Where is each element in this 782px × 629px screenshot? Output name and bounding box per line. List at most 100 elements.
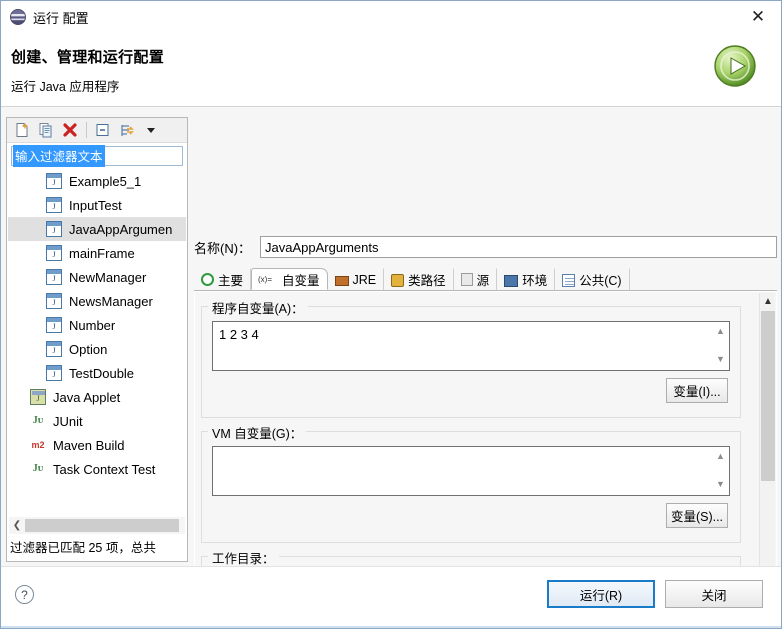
tab-label: 环境 xyxy=(522,274,548,288)
scroll-up-icon[interactable]: ▲ xyxy=(716,451,725,461)
vm-arguments-label: VM 自变量(G)： xyxy=(208,423,307,442)
configuration-tabs[interactable]: 主要 (x)= 自变量 JRE 类路径 源 环境 公共(C) xyxy=(194,268,777,291)
scroll-left-icon[interactable]: ❮ xyxy=(9,517,25,534)
footer-accent-bar xyxy=(1,626,781,628)
tree-item[interactable]: NewManager xyxy=(8,265,186,289)
tree-item[interactable]: JavaAppArgumen xyxy=(8,217,186,241)
program-arguments-variables-button[interactable]: 变量(I)... xyxy=(666,378,728,403)
java-application-icon xyxy=(46,293,62,309)
scroll-up-icon[interactable]: ▲ xyxy=(716,326,725,336)
tab-环境[interactable]: 环境 xyxy=(497,268,556,290)
delete-configuration-icon[interactable] xyxy=(59,120,81,141)
help-icon[interactable]: ? xyxy=(15,585,34,604)
tab-label: JRE xyxy=(352,272,377,287)
tab-公共(C)[interactable]: 公共(C) xyxy=(555,268,630,290)
tree-item[interactable]: NewsManager xyxy=(8,289,186,313)
tree-item[interactable]: m2 Maven Build xyxy=(8,433,186,457)
tree-item[interactable]: Jᴜ Task Context Test xyxy=(8,457,186,481)
new-configuration-icon[interactable] xyxy=(11,120,33,141)
page-subtitle: 运行 Java 应用程序 xyxy=(11,80,120,94)
toolbar-separator xyxy=(86,122,87,138)
tree-item-label: Number xyxy=(69,317,116,333)
tree-item-label: Option xyxy=(69,341,108,357)
arguments-tab-icon: (x)= xyxy=(258,274,273,284)
tree-item-label: JUnit xyxy=(53,413,83,429)
source-tab-icon xyxy=(460,273,473,286)
tree-item-label: Example5_1 xyxy=(69,173,142,189)
textarea-scroll-arrows[interactable]: ▲ ▼ xyxy=(714,326,727,364)
run-configurations-icon xyxy=(10,9,26,25)
tree-item-label: InputTest xyxy=(69,197,122,213)
titlebar: 运行 配置 ✕ xyxy=(1,1,781,33)
configurations-tree[interactable]: Example5_1 InputTest JavaAppArgumen mainFra… xyxy=(8,169,186,529)
tab-label: 主要 xyxy=(218,274,244,288)
tree-item[interactable]: Option xyxy=(8,337,186,361)
java-application-icon xyxy=(46,365,62,381)
name-input[interactable] xyxy=(260,236,777,258)
name-row: 名称(N)： xyxy=(194,235,777,259)
tab-label: 公共(C) xyxy=(579,274,622,288)
configurations-panel: 输入过滤器文本 Example5_1 InputTest JavaAppArgume… xyxy=(6,117,188,562)
java-application-icon xyxy=(46,341,62,357)
chevron-down-icon[interactable] xyxy=(140,120,162,141)
program-arguments-group: 程序自变量(A)： 1 2 3 4 ▲ ▼ 变量(I)... xyxy=(201,298,741,418)
close-button[interactable]: 关闭 xyxy=(665,580,763,608)
tab-JRE[interactable]: JRE xyxy=(328,268,385,290)
tree-item[interactable]: InputTest xyxy=(8,193,186,217)
tree-item[interactable]: Jᴜ JUnit xyxy=(8,409,186,433)
tree-horizontal-scrollbar[interactable]: ❮ xyxy=(9,517,185,534)
close-icon[interactable]: ✕ xyxy=(735,1,781,32)
main-tab-icon xyxy=(201,273,214,286)
task-context-icon: Jᴜ xyxy=(32,463,44,474)
scroll-down-icon[interactable]: ▼ xyxy=(716,354,725,364)
filter-icon[interactable] xyxy=(116,120,138,141)
filter-input[interactable]: 输入过滤器文本 xyxy=(11,145,183,167)
tree-item[interactable]: TestDouble xyxy=(8,361,186,385)
vm-arguments-variables-button[interactable]: 变量(S)... xyxy=(666,503,728,528)
tree-item-label: TestDouble xyxy=(69,365,135,381)
tab-label: 自变量 xyxy=(282,273,320,288)
duplicate-configuration-icon[interactable] xyxy=(35,120,57,141)
java-application-icon xyxy=(46,221,62,237)
scroll-up-icon[interactable]: ▲ xyxy=(760,293,776,310)
java-application-icon xyxy=(46,173,62,189)
classpath-tab-icon xyxy=(391,273,405,287)
tab-自变量[interactable]: (x)= 自变量 xyxy=(251,268,328,290)
run-button[interactable]: 运行(R) xyxy=(547,580,655,608)
vm-arguments-group: VM 自变量(G)： ▲ ▼ 变量(S)... xyxy=(201,423,741,543)
tab-主要[interactable]: 主要 xyxy=(194,268,252,290)
tree-item[interactable]: mainFrame xyxy=(8,241,186,265)
jre-tab-icon xyxy=(334,276,349,286)
name-label: 名称(N)： xyxy=(194,240,252,256)
java-applet-icon xyxy=(30,389,46,405)
window-title: 运行 配置 xyxy=(33,10,89,26)
tab-类路径[interactable]: 类路径 xyxy=(384,268,454,290)
tree-item-label: JavaAppArgumen xyxy=(69,221,173,237)
scroll-thumb[interactable] xyxy=(25,519,179,532)
junit-icon: Jᴜ xyxy=(32,415,44,426)
filter-input-value: 输入过滤器文本 xyxy=(13,145,105,167)
scroll-thumb[interactable] xyxy=(761,311,775,481)
tree-item[interactable]: Number xyxy=(8,313,186,337)
tree-item-label: Maven Build xyxy=(53,437,125,453)
java-application-icon xyxy=(46,245,62,261)
tab-源[interactable]: 源 xyxy=(454,268,498,290)
tree-item[interactable]: Example5_1 xyxy=(8,169,186,193)
tree-item-label: mainFrame xyxy=(69,245,135,261)
vm-arguments-variables-label: 变量(S)... xyxy=(670,510,724,524)
java-application-icon xyxy=(46,317,62,333)
vm-arguments-textarea[interactable]: ▲ ▼ xyxy=(212,446,730,496)
working-directory-label: 工作目录： xyxy=(208,548,279,567)
maven-icon: m2 xyxy=(31,440,45,450)
dialog-footer: ? 运行(R) 关闭 xyxy=(1,566,781,628)
scroll-down-icon[interactable]: ▼ xyxy=(716,479,725,489)
run-configurations-dialog: 运行 配置 ✕ 创建、管理和运行配置 运行 Java 应用程序 输入过滤器文本 … xyxy=(0,0,782,629)
form-vertical-scrollbar[interactable]: ▲ ▼ xyxy=(759,293,776,608)
collapse-all-icon[interactable] xyxy=(92,120,114,141)
configuration-editor: 名称(N)： 主要 (x)= 自变量 JRE 类路径 源 环境 公共(C) 程序自变量(A)：… xyxy=(194,110,780,628)
green-play-icon xyxy=(712,43,758,89)
tree-item[interactable]: Java Applet xyxy=(8,385,186,409)
program-arguments-textarea[interactable]: 1 2 3 4 ▲ ▼ xyxy=(212,321,730,371)
textarea-scroll-arrows[interactable]: ▲ ▼ xyxy=(714,451,727,489)
filter-status-text: 过滤器已匹配 25 项，总共 xyxy=(10,541,156,555)
